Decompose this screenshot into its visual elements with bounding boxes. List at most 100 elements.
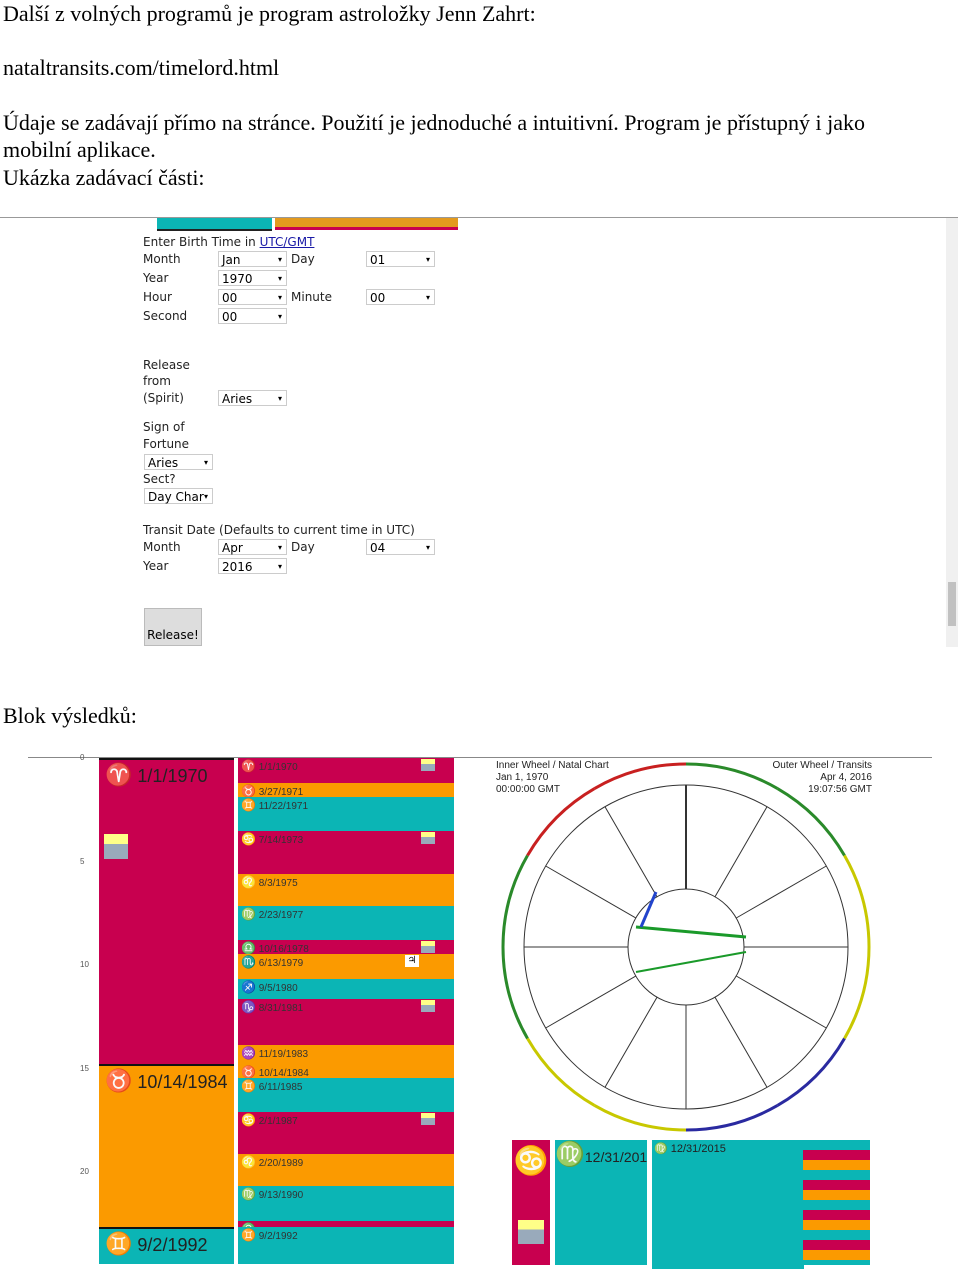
zodiac-sign-icon: ♊ bbox=[105, 1231, 133, 1257]
transit-month-select[interactable]: Apr ▾ bbox=[218, 539, 287, 555]
fortune-label: Sign of bbox=[143, 420, 185, 434]
cancer-icon: ♋ bbox=[513, 1146, 549, 1177]
period-date: 2/23/1977 bbox=[258, 910, 304, 921]
release-from-value: Aries bbox=[222, 392, 253, 406]
period-date: 1/1/1970 bbox=[137, 766, 208, 786]
transit-day-value: 04 bbox=[370, 541, 386, 555]
natal-chart-info: Inner Wheel / Natal Chart Jan 1, 1970 00:0… bbox=[496, 760, 609, 795]
transit-day-select[interactable]: 04 ▾ bbox=[366, 539, 435, 555]
hour-label: Hour bbox=[143, 290, 172, 304]
fortune-select[interactable]: Aries ▾ bbox=[144, 454, 213, 470]
sect-select[interactable]: Day Char ▾ bbox=[144, 488, 213, 504]
timeline-sub-period: ♊ 9/2/1992 bbox=[238, 1227, 454, 1264]
dropdown-arrow-icon: ▾ bbox=[277, 255, 282, 264]
input-form-screenshot: Enter Birth Time in UTC/GMT Month Jan ▾ D… bbox=[0, 217, 958, 647]
scrollbar[interactable] bbox=[946, 218, 958, 647]
timeline-sub-period: ♏ 6/13/1979 bbox=[238, 953, 454, 980]
program-url: nataltransits.com/timelord.html bbox=[3, 55, 280, 80]
zodiac-ring-segment bbox=[593, 1104, 687, 1132]
results-heading: Blok výsledků: bbox=[3, 703, 137, 728]
dropdown-arrow-icon: ▾ bbox=[277, 293, 282, 302]
timeline-sub-period: ♌ 2/20/1989 bbox=[238, 1154, 454, 1187]
release-from-select[interactable]: Aries ▾ bbox=[218, 390, 287, 406]
release-button[interactable]: Release! bbox=[144, 608, 202, 646]
dropdown-arrow-icon: ▾ bbox=[277, 562, 282, 571]
period-date: 10/16/1978 bbox=[258, 943, 309, 954]
house-cusp-line bbox=[714, 806, 768, 898]
sect-value: Day Char bbox=[148, 490, 204, 504]
zodiac-sign-icon: ♌ bbox=[241, 874, 256, 889]
zodiac-ring-segment bbox=[685, 1104, 779, 1132]
scrollbar-thumb[interactable] bbox=[948, 582, 956, 626]
transit-sub-block: ♍12/31/2015 bbox=[555, 1140, 647, 1265]
zodiac-ring-segment bbox=[843, 946, 871, 1040]
dropdown-arrow-icon: ▾ bbox=[425, 255, 430, 264]
period-date: 9/5/1980 bbox=[258, 983, 298, 995]
mountain-icon bbox=[104, 834, 128, 859]
minute-select[interactable]: 00 ▾ bbox=[366, 289, 435, 305]
transit-day-label: Day bbox=[291, 540, 315, 554]
period-date: 8/31/1981 bbox=[258, 1003, 304, 1015]
zodiac-sign-icon: ♊ bbox=[241, 1228, 256, 1243]
release-label: from bbox=[143, 374, 171, 388]
period-date: 3/27/1971 bbox=[258, 787, 304, 798]
second-label: Second bbox=[143, 309, 188, 323]
house-cusp-line bbox=[545, 865, 637, 919]
timeline-sub-period: ♍ 2/23/1977 bbox=[238, 906, 454, 940]
period-date: 6/11/1985 bbox=[258, 1081, 303, 1093]
dropdown-arrow-icon: ▾ bbox=[277, 312, 282, 321]
house-cusp-line bbox=[604, 806, 658, 898]
month-value: Jan bbox=[222, 253, 241, 267]
period-date: 7/14/1973 bbox=[258, 835, 304, 847]
zodiac-ring-segment bbox=[843, 854, 871, 948]
transit-year-label: Year bbox=[143, 559, 169, 573]
dropdown-arrow-icon: ▾ bbox=[277, 274, 282, 283]
mountain-icon bbox=[421, 759, 435, 771]
zodiac-sign-icon: ♉ bbox=[105, 1068, 133, 1094]
zodiac-sign-icon: ♎ bbox=[241, 940, 256, 954]
timeline-sub-period: ♉ 3/27/1971 bbox=[238, 783, 454, 798]
zodiac-ring-segment bbox=[526, 787, 596, 857]
month-select[interactable]: Jan ▾ bbox=[218, 251, 287, 267]
zodiac-sign-icon: ♊ bbox=[241, 798, 256, 813]
mountain-icon bbox=[421, 832, 435, 845]
timeline-major-period: ♈ 1/1/1970 bbox=[99, 758, 234, 1065]
period-date: 6/13/1979 bbox=[258, 957, 304, 969]
house-cusp-line bbox=[604, 996, 658, 1088]
intro-text: Další z volných programů je program astr… bbox=[3, 1, 536, 26]
dropdown-arrow-icon: ▾ bbox=[425, 543, 430, 552]
second-select[interactable]: 00 ▾ bbox=[218, 308, 287, 324]
transit-info: Outer Wheel / Transits Apr 4, 2016 19:07:5… bbox=[772, 760, 872, 795]
timeline-sub-period: ♍ 9/13/1990 bbox=[238, 1186, 454, 1221]
day-select[interactable]: 01 ▾ bbox=[366, 251, 435, 267]
zodiac-ring-segment bbox=[501, 946, 529, 1040]
hour-select[interactable]: 00 ▾ bbox=[218, 289, 287, 305]
transit-year-select[interactable]: 2016 ▾ bbox=[218, 558, 287, 574]
fortune-label: Fortune bbox=[143, 437, 190, 451]
day-value: 01 bbox=[370, 253, 386, 267]
inner-circle bbox=[627, 888, 745, 1006]
month-label: Month bbox=[143, 252, 181, 266]
period-date: 2/20/1989 bbox=[258, 1158, 304, 1170]
zodiac-sign-icon: ♋ bbox=[241, 1112, 256, 1127]
year-select[interactable]: 1970 ▾ bbox=[218, 270, 287, 286]
minute-label: Minute bbox=[291, 290, 332, 304]
timeline-sub-period: ♎ bbox=[238, 1220, 454, 1228]
period-date: 10/14/1984 bbox=[258, 1068, 309, 1078]
axis-tick-label: 10 bbox=[80, 960, 89, 969]
hour-value: 00 bbox=[222, 291, 238, 305]
house-cusp-line bbox=[735, 865, 827, 919]
timeline-sub-period: ♐ 9/5/1980 bbox=[238, 979, 454, 1000]
house-cusp-line bbox=[714, 996, 768, 1088]
period-date: 1/1/1970 bbox=[258, 762, 298, 773]
period-date: 10/14/1984 bbox=[137, 1072, 228, 1093]
zodiac-sign-icon: ♍ bbox=[241, 1187, 256, 1202]
timeline-sub-period: ♒ 11/19/1983 bbox=[238, 1045, 454, 1065]
utc-gmt-link[interactable]: UTC/GMT bbox=[260, 235, 315, 249]
fortune-value: Aries bbox=[148, 456, 179, 470]
mountain-icon bbox=[518, 1220, 544, 1244]
timeline-sub-period: ♌ 8/3/1975 bbox=[238, 873, 454, 906]
axis-tick-label: 0 bbox=[80, 753, 85, 762]
zodiac-sign-icon: ♉ bbox=[241, 784, 256, 798]
transit-detail-rows bbox=[803, 1140, 870, 1265]
